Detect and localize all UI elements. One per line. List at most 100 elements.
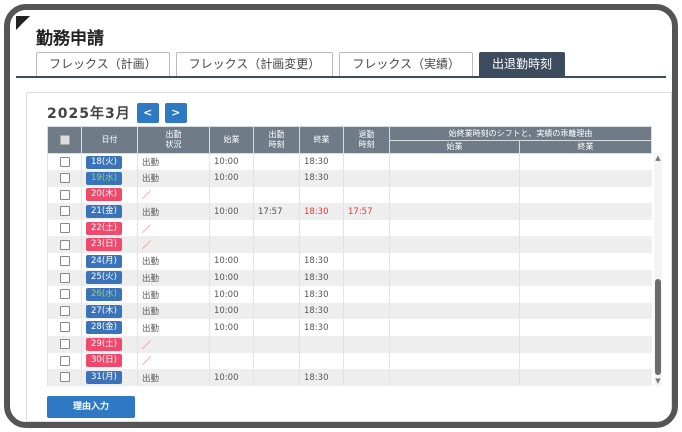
reason-end-cell[interactable] bbox=[519, 319, 652, 337]
header-reason-end: 終業 bbox=[519, 140, 652, 154]
clock-out-cell bbox=[343, 286, 390, 303]
table-scrollbar[interactable]: ▲ ▼ bbox=[654, 153, 662, 386]
reason-start-cell[interactable] bbox=[389, 236, 520, 254]
tab-1[interactable]: フレックス（計画変更） bbox=[175, 52, 334, 76]
reason-end-cell[interactable] bbox=[519, 153, 652, 171]
clock-in-cell bbox=[253, 186, 300, 204]
reason-end-cell[interactable] bbox=[519, 286, 652, 303]
row-checkbox-cell bbox=[47, 269, 82, 287]
row-checkbox[interactable] bbox=[59, 372, 70, 383]
status-cell: 出勤 bbox=[137, 369, 210, 386]
reason-end-cell[interactable] bbox=[519, 336, 652, 353]
clock-in-cell bbox=[253, 269, 300, 287]
table-row: 27(木) 出勤 10:00 18:30 bbox=[47, 302, 652, 320]
end-cell bbox=[299, 336, 344, 353]
date-cell: 24(月) bbox=[81, 253, 138, 270]
reason-start-cell[interactable] bbox=[389, 336, 520, 353]
tab-3[interactable]: 出退勤時刻 bbox=[478, 52, 565, 76]
row-checkbox[interactable] bbox=[59, 206, 70, 217]
row-checkbox-cell bbox=[47, 186, 82, 204]
reason-end-cell[interactable] bbox=[519, 369, 652, 386]
reason-start-cell[interactable] bbox=[389, 153, 520, 171]
start-cell: 10:00 bbox=[209, 319, 254, 337]
date-badge: 26(水) bbox=[86, 288, 122, 302]
reason-start-cell[interactable] bbox=[389, 186, 520, 204]
row-checkbox[interactable] bbox=[59, 239, 70, 250]
table-row: 28(金) 出勤 10:00 18:30 bbox=[47, 319, 652, 337]
reason-start-cell[interactable] bbox=[389, 203, 520, 220]
reason-input-button[interactable]: 理由入力 bbox=[47, 396, 135, 418]
tab-2[interactable]: フレックス（実績） bbox=[339, 52, 473, 76]
status-cell: ／ bbox=[137, 186, 210, 204]
row-checkbox[interactable] bbox=[59, 272, 70, 283]
select-all-checkbox[interactable] bbox=[59, 134, 70, 145]
reason-end-cell[interactable] bbox=[519, 236, 652, 254]
reason-end-cell[interactable] bbox=[519, 352, 652, 370]
end-cell bbox=[299, 219, 344, 237]
reason-end-cell[interactable] bbox=[519, 203, 652, 220]
status-cell: 出勤 bbox=[137, 319, 210, 337]
date-badge: 20(木) bbox=[86, 188, 122, 202]
row-checkbox[interactable] bbox=[59, 256, 70, 267]
table-row: 31(月) 出勤 10:00 18:30 bbox=[47, 369, 652, 386]
clock-out-cell bbox=[343, 319, 390, 337]
reason-start-cell[interactable] bbox=[389, 170, 520, 187]
reason-start-cell[interactable] bbox=[389, 369, 520, 386]
start-cell: 10:00 bbox=[209, 286, 254, 303]
row-checkbox[interactable] bbox=[59, 289, 70, 300]
row-checkbox[interactable] bbox=[59, 222, 70, 233]
row-checkbox[interactable] bbox=[59, 189, 70, 200]
clock-out-cell bbox=[343, 219, 390, 237]
header-select-all bbox=[47, 126, 82, 154]
reason-start-cell[interactable] bbox=[389, 253, 520, 270]
date-cell: 30(日) bbox=[81, 352, 138, 370]
clock-in-cell bbox=[253, 336, 300, 353]
clock-in-cell bbox=[253, 236, 300, 254]
reason-start-cell[interactable] bbox=[389, 286, 520, 303]
clock-in-cell bbox=[253, 352, 300, 370]
reason-start-cell[interactable] bbox=[389, 302, 520, 320]
date-cell: 28(金) bbox=[81, 319, 138, 337]
reason-end-cell[interactable] bbox=[519, 302, 652, 320]
row-checkbox[interactable] bbox=[59, 322, 70, 333]
start-cell bbox=[209, 236, 254, 254]
month-label: 2025年3月 bbox=[47, 106, 131, 122]
date-cell: 21(金) bbox=[81, 203, 138, 220]
clock-out-cell bbox=[343, 170, 390, 187]
reason-start-cell[interactable] bbox=[389, 319, 520, 337]
reason-start-cell[interactable] bbox=[389, 352, 520, 370]
row-checkbox-cell bbox=[47, 352, 82, 370]
reason-end-cell[interactable] bbox=[519, 170, 652, 187]
attendance-panel: 2025年3月 < > 日付 出勤 状況 始業 出勤 時刻 終業 退勤 時刻 始… bbox=[26, 92, 672, 422]
row-checkbox[interactable] bbox=[59, 156, 70, 167]
header-start: 始業 bbox=[209, 126, 254, 154]
start-cell: 10:00 bbox=[209, 369, 254, 386]
end-cell: 18:30 bbox=[299, 203, 344, 220]
row-checkbox[interactable] bbox=[59, 305, 70, 316]
status-cell: 出勤 bbox=[137, 170, 210, 187]
reason-start-cell[interactable] bbox=[389, 269, 520, 287]
header-date: 日付 bbox=[81, 126, 138, 154]
date-cell: 20(木) bbox=[81, 186, 138, 204]
reason-end-cell[interactable] bbox=[519, 186, 652, 204]
row-checkbox[interactable] bbox=[59, 355, 70, 366]
reason-start-cell[interactable] bbox=[389, 219, 520, 237]
table-row: 26(水) 出勤 10:00 18:30 bbox=[47, 286, 652, 303]
scroll-up-icon[interactable]: ▲ bbox=[654, 153, 662, 163]
row-checkbox[interactable] bbox=[59, 339, 70, 350]
prev-month-button[interactable]: < bbox=[136, 103, 159, 123]
tab-bar: フレックス（計画） フレックス（計画変更） フレックス（実績） 出退勤時刻 bbox=[36, 52, 565, 76]
clock-out-cell bbox=[343, 153, 390, 171]
reason-end-cell[interactable] bbox=[519, 253, 652, 270]
reason-end-cell[interactable] bbox=[519, 219, 652, 237]
next-month-button[interactable]: > bbox=[164, 103, 187, 123]
reason-end-cell[interactable] bbox=[519, 269, 652, 287]
date-badge: 21(金) bbox=[86, 205, 122, 219]
scroll-down-icon[interactable]: ▼ bbox=[654, 376, 662, 386]
date-badge: 23(日) bbox=[86, 238, 122, 252]
row-checkbox[interactable] bbox=[59, 173, 70, 184]
scroll-thumb[interactable] bbox=[655, 279, 661, 375]
tab-0[interactable]: フレックス（計画） bbox=[36, 52, 170, 76]
clock-in-cell bbox=[253, 319, 300, 337]
date-badge: 31(月) bbox=[86, 371, 122, 385]
